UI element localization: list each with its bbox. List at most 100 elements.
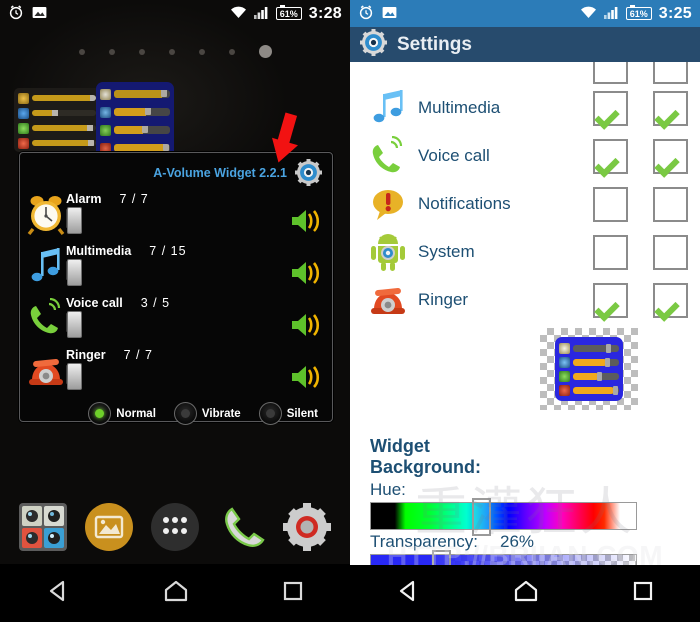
checkbox-system-col2[interactable]: [652, 234, 688, 270]
volume-row-alarm[interactable]: Alarm 7 / 7: [20, 188, 332, 240]
a-volume-widget-panel[interactable]: A-Volume Widget 2.2.1 Alarm 7 / 7 Multim…: [19, 152, 333, 425]
action-bar: Settings: [350, 27, 700, 62]
music-note-icon: [100, 106, 111, 118]
alarm-clock-icon: [26, 194, 66, 236]
signal-icon: [603, 6, 619, 22]
alarm-clock-icon: [100, 88, 111, 100]
phone-handset-icon: [559, 370, 570, 382]
clock-time: 3:25: [658, 4, 692, 22]
settings-row-notifications[interactable]: Notifications: [350, 180, 700, 228]
settings-row-label-system: System: [418, 242, 475, 261]
phone-icon[interactable]: [215, 501, 267, 553]
home-button[interactable]: [512, 578, 540, 609]
left-status-bar: 61% 3:28: [0, 0, 350, 27]
slider-voice-call[interactable]: [66, 311, 82, 338]
recents-button[interactable]: [631, 579, 655, 608]
volume-row-multimedia[interactable]: Multimedia 7 / 15: [20, 240, 332, 292]
settings-row-system[interactable]: System: [350, 228, 700, 276]
phone-handset-icon: [18, 122, 29, 134]
widget-preview-thumbnail[interactable]: [540, 328, 638, 410]
settings-row-label-notifications: Notifications: [418, 194, 511, 213]
settings-row-ringer[interactable]: Ringer: [350, 276, 700, 324]
checkbox-system-col1[interactable]: [592, 234, 628, 270]
home-button[interactable]: [162, 578, 190, 609]
speaker-volume-icon[interactable]: [290, 206, 324, 236]
slider-alarm[interactable]: [66, 207, 82, 234]
slider-ringer[interactable]: [66, 363, 82, 390]
checkbox-alarm-col1[interactable]: [592, 62, 628, 84]
checkbox-ringer-col2[interactable]: [652, 282, 688, 318]
back-button[interactable]: [395, 578, 421, 609]
mode-label-vibrate: Vibrate: [201, 407, 241, 420]
checkbox-voice-call-col1[interactable]: [592, 138, 628, 174]
alarm-icon: [358, 4, 374, 23]
checkbox-ringer-col1[interactable]: [592, 282, 628, 318]
volume-row-voice-call[interactable]: Voice call 3 / 5: [20, 292, 332, 344]
checkbox-multimedia-col1[interactable]: [592, 90, 628, 126]
speaker-volume-icon[interactable]: [290, 310, 324, 340]
settings-row-multimedia[interactable]: Multimedia: [350, 84, 700, 132]
checkbox-multimedia-col2[interactable]: [652, 90, 688, 126]
ringer-mode-selector[interactable]: Normal Vibrate Silent: [20, 396, 332, 425]
mode-silent[interactable]: Silent: [258, 402, 318, 425]
slider-multimedia[interactable]: [66, 259, 82, 286]
checkbox-voice-call-col2[interactable]: [652, 138, 688, 174]
red-telephone-icon: [559, 384, 570, 396]
left-navigation-bar: [0, 564, 350, 622]
widget-background-label-line2: Background:: [370, 457, 482, 477]
mode-label-silent: Silent: [286, 407, 318, 420]
settings-row-voice-call[interactable]: Voice call: [350, 132, 700, 180]
phone-handset-icon: [26, 297, 66, 340]
volume-row-ringer[interactable]: Ringer 7 / 7: [20, 344, 332, 396]
app-drawer-icon[interactable]: [149, 501, 201, 553]
mode-vibrate[interactable]: Vibrate: [173, 402, 241, 425]
widget-background-preview-wrap: [350, 328, 700, 410]
transparency-slider[interactable]: [370, 554, 637, 565]
checkbox-alarm-col2[interactable]: [652, 62, 688, 84]
radio-normal[interactable]: [88, 402, 112, 425]
settings-gear-icon[interactable]: [360, 28, 387, 61]
settings-icon[interactable]: [281, 501, 333, 553]
page-title: Settings: [397, 33, 472, 55]
camera-folder-icon[interactable]: [17, 501, 69, 553]
red-telephone-icon: [26, 350, 66, 392]
speaker-volume-icon[interactable]: [290, 362, 324, 392]
radio-vibrate[interactable]: [173, 402, 197, 425]
settings-scroll-content[interactable]: Multimedia Voice call Notifications Syst…: [350, 62, 700, 565]
home-widget-small-dark[interactable]: [14, 88, 100, 152]
alarm-clock-icon: [559, 342, 570, 354]
settings-row-alarm-clipped[interactable]: [350, 62, 700, 84]
music-note-icon: [559, 356, 570, 368]
alarm-icon: [8, 4, 24, 23]
hue-slider-thumb[interactable]: [472, 498, 491, 536]
radio-silent[interactable]: [258, 402, 282, 425]
row-label-alarm: Alarm: [66, 192, 102, 206]
transparency-label: Transparency:: [370, 532, 479, 551]
row-value-multimedia: 7 / 15: [149, 244, 187, 258]
row-label-multimedia: Multimedia: [66, 244, 132, 258]
back-button[interactable]: [45, 578, 71, 609]
settings-row-label-voice-call: Voice call: [418, 146, 490, 165]
screenshot-icon: [32, 6, 47, 22]
home-dock: [0, 496, 350, 558]
hue-label: Hue:: [370, 480, 406, 499]
music-note-icon: [366, 88, 412, 128]
row-label-voice-call: Voice call: [66, 296, 123, 310]
mode-normal[interactable]: Normal: [88, 402, 156, 425]
recents-button[interactable]: [281, 579, 305, 608]
right-status-bar: 61% 3:25: [350, 0, 700, 27]
hue-slider[interactable]: [370, 502, 637, 530]
checkbox-notifications-col2[interactable]: [652, 186, 688, 222]
speaker-volume-icon[interactable]: [290, 258, 324, 288]
home-widget-blue[interactable]: [96, 82, 174, 160]
checkbox-notifications-col1[interactable]: [592, 186, 628, 222]
alarm-clock-icon: [18, 92, 29, 104]
left-phone-screen: 61% 3:28 A-Volume Widget 2.2.1 Alarm 7 /…: [0, 0, 350, 622]
row-value-ringer: 7 / 7: [123, 348, 153, 362]
gallery-icon[interactable]: [83, 501, 135, 553]
notification-bubble-icon: [366, 184, 412, 224]
row-value-voice-call: 3 / 5: [140, 296, 171, 310]
dual-phone-screenshot: 61% 3:28 A-Volume Widget 2.2.1 Alarm 7 /…: [0, 0, 700, 622]
transparency-slider-thumb[interactable]: [432, 550, 451, 565]
phone-handset-icon: [100, 124, 111, 136]
